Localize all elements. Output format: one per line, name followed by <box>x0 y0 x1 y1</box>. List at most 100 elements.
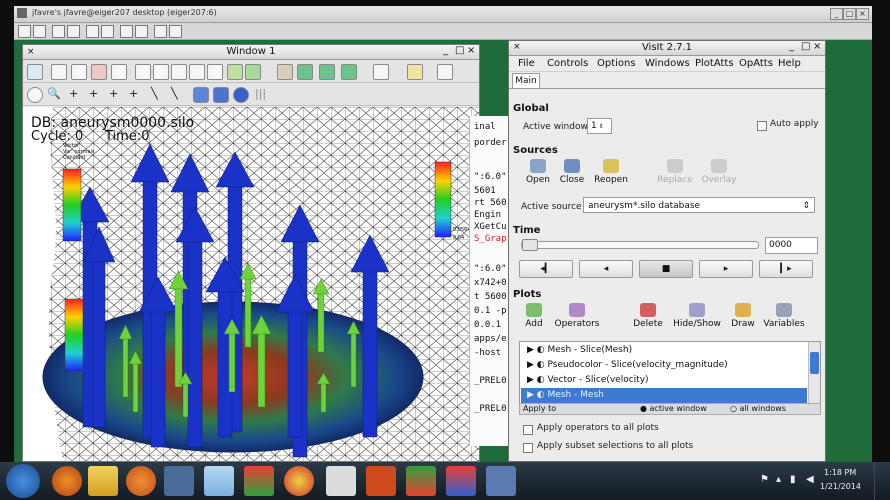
auto-apply-checkbox[interactable] <box>757 121 767 131</box>
plane-icon[interactable] <box>193 87 209 103</box>
zone-pick-icon[interactable]: + <box>109 87 123 101</box>
time-slider-handle[interactable] <box>522 239 538 251</box>
options-icon[interactable] <box>18 25 31 38</box>
ctrl-key-icon[interactable] <box>86 25 99 38</box>
layout-1x2-icon[interactable] <box>153 64 169 80</box>
close-icon[interactable]: × <box>467 45 475 56</box>
play-button[interactable]: ▸ <box>699 260 753 278</box>
apply-operators-checkbox[interactable] <box>523 425 533 435</box>
vnc-viewer-icon[interactable] <box>486 466 516 496</box>
zoom-icon[interactable]: 🔍 <box>47 87 61 101</box>
fullscreen-icon[interactable] <box>120 25 133 38</box>
refresh-icon[interactable] <box>52 25 65 38</box>
volume-icon[interactable]: ◀ <box>806 474 814 485</box>
image-icon[interactable] <box>407 64 423 80</box>
powerpoint-icon[interactable] <box>366 466 396 496</box>
window-menu-icon[interactable]: × <box>27 47 35 57</box>
alt-key-icon[interactable] <box>101 25 114 38</box>
active-window-spinbox[interactable]: 1 ⇕ <box>587 118 612 134</box>
close-button[interactable]: × <box>856 8 869 20</box>
clone-window-icon[interactable] <box>71 64 87 80</box>
paint-icon[interactable] <box>204 466 234 496</box>
layout-1x1-icon[interactable] <box>135 64 151 80</box>
clipboard-icon[interactable] <box>135 25 148 38</box>
expand-arrow-icon[interactable]: ▶ ◐ <box>521 390 548 400</box>
stop-button[interactable]: ■ <box>639 260 693 278</box>
file-explorer-icon[interactable] <box>88 466 118 496</box>
menu-controls[interactable]: Controls <box>547 58 588 69</box>
scrollbar-thumb[interactable] <box>810 352 819 374</box>
playback-icon[interactable] <box>373 64 389 80</box>
line-pick-icon[interactable]: + <box>129 87 143 101</box>
chrome-icon[interactable] <box>284 466 314 496</box>
clock-time[interactable]: 1:18 PM <box>824 468 856 477</box>
start-button[interactable] <box>6 464 40 498</box>
radio-all-windows[interactable]: ○ all windows <box>730 404 786 414</box>
ctrl-alt-del-icon[interactable] <box>67 25 80 38</box>
visit-app-icon[interactable] <box>244 466 274 496</box>
maximize-button[interactable]: □ <box>843 8 856 20</box>
expand-arrow-icon[interactable]: ▶ ◐ <box>521 360 548 370</box>
new-window-icon[interactable] <box>51 64 67 80</box>
apply-subset-checkbox[interactable] <box>523 443 533 453</box>
settings-icon[interactable] <box>437 64 453 80</box>
plot-list[interactable]: ▶ ◐ Mesh - Slice(Mesh) ▶ ◐ Pseudocolor -… <box>519 341 821 405</box>
box-icon[interactable] <box>213 87 229 103</box>
expand-arrow-icon[interactable]: ▶ ◐ <box>521 345 548 355</box>
layout-2x2-icon[interactable] <box>171 64 187 80</box>
layout-3x3-icon[interactable] <box>207 64 223 80</box>
camera-icon[interactable] <box>297 64 313 80</box>
info-icon[interactable] <box>33 25 46 38</box>
hide-show-button[interactable]: Hide/Show <box>669 303 725 329</box>
animation-icon[interactable] <box>319 64 335 80</box>
radio-active-window[interactable]: ● active window <box>640 404 707 414</box>
node-pick-icon[interactable]: + <box>89 87 103 101</box>
plot-list-item[interactable]: ▶ ◐ Pseudocolor - Slice(velocity_magnitu… <box>521 358 807 373</box>
pick-icon[interactable]: + <box>69 87 83 101</box>
tab-main[interactable]: Main <box>512 73 540 88</box>
step-back-button[interactable]: ◂▎ <box>519 260 573 278</box>
operators-button[interactable]: Operators <box>551 303 603 329</box>
minimize-button[interactable]: _ <box>830 8 843 20</box>
close-source-button[interactable]: Close <box>555 159 589 185</box>
active-source-dropdown[interactable]: aneurysm*.silo database ⇕ <box>583 197 815 213</box>
clock-date[interactable]: 1/21/2014 <box>820 482 861 491</box>
menu-windows[interactable]: Windows <box>645 58 690 69</box>
add-plot-button[interactable]: Add <box>519 303 549 329</box>
sphere-icon[interactable] <box>233 87 249 103</box>
clear-window-icon[interactable] <box>111 64 127 80</box>
axis-icon[interactable]: ||| <box>255 87 269 101</box>
minimize-icon[interactable]: _ <box>789 41 794 52</box>
lineout-icon[interactable]: ╲ <box>151 87 165 101</box>
save-icon[interactable] <box>169 25 182 38</box>
navigate-icon[interactable] <box>27 87 43 103</box>
firefox-icon[interactable] <box>52 466 82 496</box>
document-icon[interactable] <box>326 466 356 496</box>
visit-window-icon[interactable] <box>406 466 436 496</box>
flag-icon[interactable]: ⚑ <box>760 474 769 485</box>
draw-button[interactable]: Draw <box>727 303 759 329</box>
plot-list-scrollbar[interactable] <box>808 342 820 404</box>
step-forward-button[interactable]: ▎▸ <box>759 260 813 278</box>
zoom-icon[interactable] <box>154 25 167 38</box>
show-desktop-button[interactable] <box>874 462 890 500</box>
open-button[interactable]: Open <box>521 159 555 185</box>
up-arrow-icon[interactable]: ▴ <box>776 474 781 485</box>
window-menu-icon[interactable]: × <box>513 42 521 52</box>
plot-list-item-selected[interactable]: ▶ ◐ Mesh - Mesh <box>521 388 807 403</box>
maximize-icon[interactable]: □ <box>455 45 464 56</box>
overlay-button[interactable]: Overlay <box>697 159 741 185</box>
undo-view-icon[interactable] <box>277 64 293 80</box>
reopen-button[interactable]: Reopen <box>591 159 631 185</box>
menu-opatts[interactable]: OpAtts <box>739 58 773 69</box>
time-input[interactable]: 0000 <box>765 237 818 254</box>
replace-button[interactable]: Replace <box>653 159 697 185</box>
lock-view-icon[interactable] <box>227 64 243 80</box>
plot-list-item[interactable]: ▶ ◐ Vector - Slice(velocity) <box>521 373 807 388</box>
play-reverse-button[interactable]: ◂ <box>579 260 633 278</box>
menu-help[interactable]: Help <box>778 58 801 69</box>
plot-list-item[interactable]: ▶ ◐ Mesh - Slice(Mesh) <box>521 343 807 358</box>
maximize-icon[interactable]: □ <box>801 41 810 52</box>
delete-window-icon[interactable] <box>91 64 107 80</box>
remote-desktop-icon[interactable] <box>164 466 194 496</box>
